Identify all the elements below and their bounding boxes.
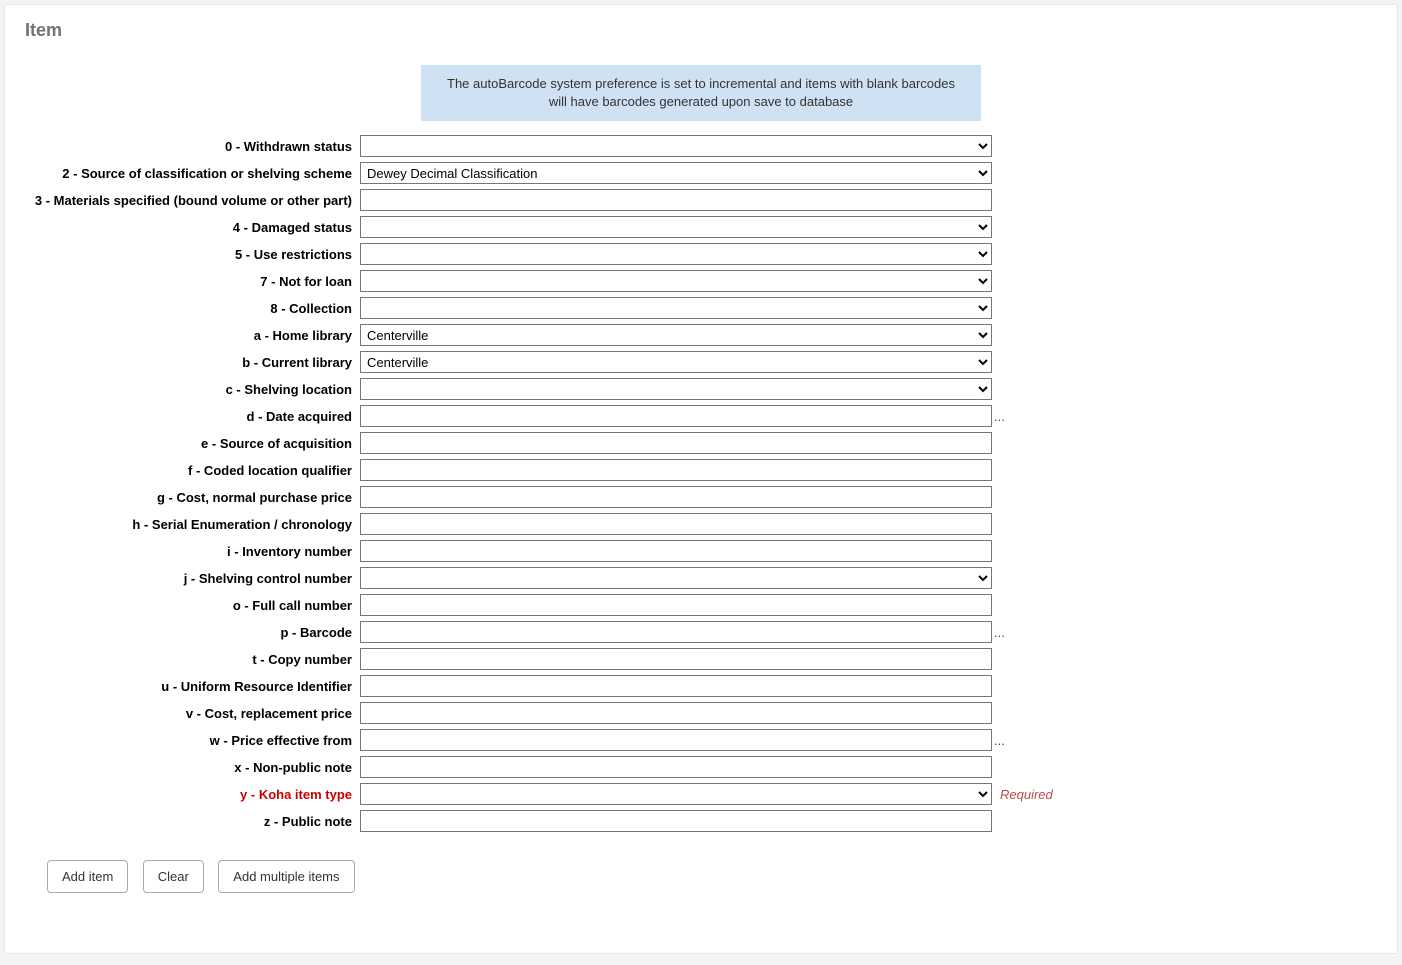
row-serial-enum: h - Serial Enumeration / chronology bbox=[25, 513, 1377, 535]
row-shelving-location: c - Shelving location bbox=[25, 378, 1377, 400]
row-price-effective: w - Price effective from ... bbox=[25, 729, 1377, 751]
row-damaged: 4 - Damaged status bbox=[25, 216, 1377, 238]
input-materials[interactable] bbox=[360, 189, 992, 211]
label-nonpublic-note: x - Non-public note bbox=[25, 760, 360, 775]
label-withdrawn: 0 - Withdrawn status bbox=[25, 139, 360, 154]
clear-button[interactable]: Clear bbox=[143, 860, 204, 893]
select-collection[interactable] bbox=[360, 297, 992, 319]
label-current-library: b - Current library bbox=[25, 355, 360, 370]
select-withdrawn[interactable] bbox=[360, 135, 992, 157]
input-nonpublic-note[interactable] bbox=[360, 756, 992, 778]
label-date-acquired: d - Date acquired bbox=[25, 409, 360, 424]
label-copy-number: t - Copy number bbox=[25, 652, 360, 667]
button-row: Add item Clear Add multiple items bbox=[25, 860, 1377, 893]
add-multiple-button[interactable]: Add multiple items bbox=[218, 860, 354, 893]
select-damaged[interactable] bbox=[360, 216, 992, 238]
row-copy-number: t - Copy number bbox=[25, 648, 1377, 670]
input-full-call[interactable] bbox=[360, 594, 992, 616]
row-source-acquisition: e - Source of acquisition bbox=[25, 432, 1377, 454]
row-notforloan: 7 - Not for loan bbox=[25, 270, 1377, 292]
select-current-library[interactable]: Centerville bbox=[360, 351, 992, 373]
label-materials: 3 - Materials specified (bound volume or… bbox=[25, 193, 360, 208]
barcode-plugin-icon[interactable]: ... bbox=[992, 625, 1005, 640]
label-serial-enum: h - Serial Enumeration / chronology bbox=[25, 517, 360, 532]
row-classification: 2 - Source of classification or shelving… bbox=[25, 162, 1377, 184]
date-acquired-picker-icon[interactable]: ... bbox=[992, 409, 1005, 424]
label-item-type: y - Koha item type bbox=[25, 787, 360, 802]
input-price-effective[interactable] bbox=[360, 729, 992, 751]
row-cost-normal: g - Cost, normal purchase price bbox=[25, 486, 1377, 508]
price-effective-picker-icon[interactable]: ... bbox=[992, 733, 1005, 748]
label-inventory: i - Inventory number bbox=[25, 544, 360, 559]
row-shelving-control: j - Shelving control number bbox=[25, 567, 1377, 589]
item-panel: Item The autoBarcode system preference i… bbox=[4, 4, 1398, 954]
input-copy-number[interactable] bbox=[360, 648, 992, 670]
label-home-library: a - Home library bbox=[25, 328, 360, 343]
select-item-type[interactable] bbox=[360, 783, 992, 805]
input-cost-normal[interactable] bbox=[360, 486, 992, 508]
label-price-effective: w - Price effective from bbox=[25, 733, 360, 748]
row-barcode: p - Barcode ... bbox=[25, 621, 1377, 643]
row-current-library: b - Current library Centerville bbox=[25, 351, 1377, 373]
row-cost-replace: v - Cost, replacement price bbox=[25, 702, 1377, 724]
autobarcode-notice: The autoBarcode system preference is set… bbox=[421, 65, 981, 121]
label-shelving-location: c - Shelving location bbox=[25, 382, 360, 397]
input-serial-enum[interactable] bbox=[360, 513, 992, 535]
input-date-acquired[interactable] bbox=[360, 405, 992, 427]
row-date-acquired: d - Date acquired ... bbox=[25, 405, 1377, 427]
label-full-call: o - Full call number bbox=[25, 598, 360, 613]
row-item-type: y - Koha item type Required bbox=[25, 783, 1377, 805]
row-home-library: a - Home library Centerville bbox=[25, 324, 1377, 346]
label-cost-normal: g - Cost, normal purchase price bbox=[25, 490, 360, 505]
input-coded-location[interactable] bbox=[360, 459, 992, 481]
select-shelving-control[interactable] bbox=[360, 567, 992, 589]
select-restrictions[interactable] bbox=[360, 243, 992, 265]
label-cost-replace: v - Cost, replacement price bbox=[25, 706, 360, 721]
row-uri: u - Uniform Resource Identifier bbox=[25, 675, 1377, 697]
label-shelving-control: j - Shelving control number bbox=[25, 571, 360, 586]
label-uri: u - Uniform Resource Identifier bbox=[25, 679, 360, 694]
input-inventory[interactable] bbox=[360, 540, 992, 562]
row-public-note: z - Public note bbox=[25, 810, 1377, 832]
select-home-library[interactable]: Centerville bbox=[360, 324, 992, 346]
label-source-acquisition: e - Source of acquisition bbox=[25, 436, 360, 451]
label-damaged: 4 - Damaged status bbox=[25, 220, 360, 235]
required-tag: Required bbox=[992, 787, 1053, 802]
label-coded-location: f - Coded location qualifier bbox=[25, 463, 360, 478]
row-full-call: o - Full call number bbox=[25, 594, 1377, 616]
row-inventory: i - Inventory number bbox=[25, 540, 1377, 562]
select-notforloan[interactable] bbox=[360, 270, 992, 292]
row-withdrawn: 0 - Withdrawn status bbox=[25, 135, 1377, 157]
input-cost-replace[interactable] bbox=[360, 702, 992, 724]
select-shelving-location[interactable] bbox=[360, 378, 992, 400]
input-uri[interactable] bbox=[360, 675, 992, 697]
row-restrictions: 5 - Use restrictions bbox=[25, 243, 1377, 265]
row-materials: 3 - Materials specified (bound volume or… bbox=[25, 189, 1377, 211]
row-collection: 8 - Collection bbox=[25, 297, 1377, 319]
page-title: Item bbox=[25, 20, 1377, 41]
input-public-note[interactable] bbox=[360, 810, 992, 832]
row-nonpublic-note: x - Non-public note bbox=[25, 756, 1377, 778]
input-source-acquisition[interactable] bbox=[360, 432, 992, 454]
label-barcode: p - Barcode bbox=[25, 625, 360, 640]
row-coded-location: f - Coded location qualifier bbox=[25, 459, 1377, 481]
add-item-button[interactable]: Add item bbox=[47, 860, 128, 893]
input-barcode[interactable] bbox=[360, 621, 992, 643]
label-public-note: z - Public note bbox=[25, 814, 360, 829]
label-collection: 8 - Collection bbox=[25, 301, 360, 316]
label-notforloan: 7 - Not for loan bbox=[25, 274, 360, 289]
label-restrictions: 5 - Use restrictions bbox=[25, 247, 360, 262]
label-classification: 2 - Source of classification or shelving… bbox=[25, 166, 360, 181]
select-classification[interactable]: Dewey Decimal Classification bbox=[360, 162, 992, 184]
